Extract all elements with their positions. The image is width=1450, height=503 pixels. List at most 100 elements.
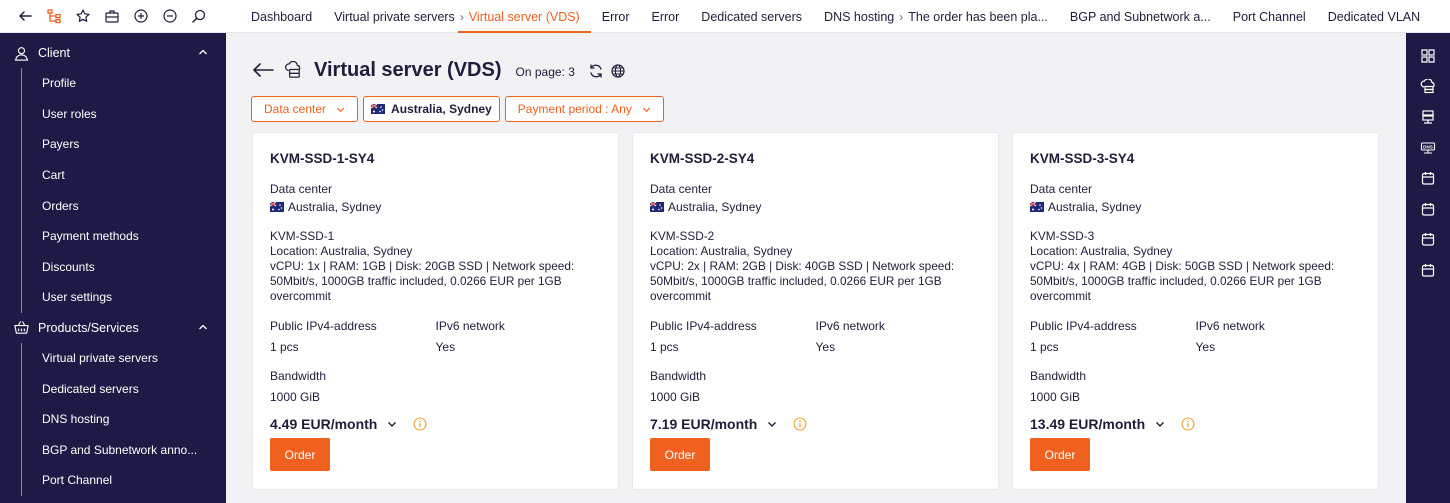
calendar-icon[interactable] <box>1406 163 1450 194</box>
dc-value: Australia, Sydney <box>270 200 601 214</box>
globe-button[interactable] <box>607 60 629 82</box>
tariff-card: KVM-SSD-1-SY4 Data center Australia, Syd… <box>252 132 619 490</box>
tab-item[interactable]: The order has been pla... <box>897 0 1059 33</box>
chevron-down-icon[interactable] <box>1155 419 1165 429</box>
sidebar-item[interactable]: Virtual private servers <box>22 343 226 374</box>
chevron-up-icon[interactable] <box>198 322 208 332</box>
refresh-button[interactable] <box>585 60 607 82</box>
info-icon[interactable] <box>1181 417 1195 431</box>
top-bar: Dashboard Virtual private servers › Virtual… <box>0 0 1450 33</box>
payment-period-filter[interactable]: Payment period : Any <box>504 96 664 122</box>
sidebar-item[interactable]: User settings <box>22 282 226 313</box>
bandwidth: Bandwidth 1000 GiB <box>270 369 601 404</box>
star-icon[interactable] <box>68 0 97 33</box>
sidebar-group-products[interactable]: Products/Services <box>0 313 226 343</box>
order-button[interactable]: Order <box>270 438 330 471</box>
back-button[interactable] <box>250 57 276 83</box>
order-button[interactable]: Order <box>650 438 710 471</box>
info-icon[interactable] <box>793 417 807 431</box>
tab-item[interactable]: Dedicated VLAN <box>1317 0 1431 33</box>
page-header: Virtual server (VDS) On page: 3 <box>250 57 629 83</box>
info-icon[interactable] <box>413 417 427 431</box>
bandwidth-label: Bandwidth <box>1030 369 1087 383</box>
dc-value: Australia, Sydney <box>650 200 981 214</box>
tab-item[interactable]: Dashboard <box>240 0 323 33</box>
arrow-left-icon <box>253 63 274 77</box>
desc-location: Location: Australia, Sydney <box>650 244 793 258</box>
price: 4.49 EUR/month <box>270 416 601 432</box>
desc-location: Location: Australia, Sydney <box>270 244 413 258</box>
refresh-icon <box>590 64 602 78</box>
tab-item[interactable]: BGP and Subnetwork a... <box>1059 0 1222 33</box>
cloud-server-icon[interactable] <box>1406 72 1450 103</box>
tab-item[interactable]: Error <box>641 0 691 33</box>
price-value: 13.49 EUR/month <box>1030 416 1146 432</box>
bandwidth-label: Bandwidth <box>650 369 707 383</box>
tab-item[interactable]: Dedicated servers <box>690 0 813 33</box>
tab-item[interactable]: Virtual server (VDS) <box>457 0 591 33</box>
toolbar-icons <box>0 0 226 33</box>
server-stack-icon[interactable] <box>1406 102 1450 133</box>
user-icon <box>12 44 30 62</box>
australia-flag-icon <box>650 202 664 212</box>
grid-icon[interactable] <box>1406 41 1450 72</box>
tariff-title: KVM-SSD-3-SY4 <box>1030 151 1135 166</box>
back-arrow-icon[interactable] <box>10 0 39 33</box>
sidebar-item[interactable]: Cart <box>22 160 226 191</box>
desc-specs: vCPU: 4x | RAM: 4GB | Disk: 50GB SSD | N… <box>1030 259 1335 303</box>
sidebar-item[interactable]: Profile <box>22 68 226 99</box>
chevron-down-icon[interactable] <box>767 419 777 429</box>
bandwidth: Bandwidth 1000 GiB <box>650 369 981 404</box>
tab-item[interactable]: DNS hosting <box>813 0 905 33</box>
tariff-props: Public IPv4-address 1 pcs IPv6 network Y… <box>1030 319 1361 354</box>
bandwidth-value: 1000 GiB <box>1030 390 1081 404</box>
page-title: Virtual server (VDS) <box>314 58 502 81</box>
sidebar-item[interactable]: Orders <box>22 190 226 221</box>
sidebar-item[interactable]: Payers <box>22 129 226 160</box>
globe-icon <box>611 64 625 78</box>
calendar-icon[interactable] <box>1406 224 1450 255</box>
svg-text:DNS: DNS <box>1423 144 1433 149</box>
chip-label: Australia, Sydney <box>391 102 492 116</box>
tree-icon[interactable] <box>39 0 68 33</box>
zoom-out-icon[interactable] <box>155 0 184 33</box>
order-button[interactable]: Order <box>1030 438 1090 471</box>
bandwidth: Bandwidth 1000 GiB <box>1030 369 1361 404</box>
sidebar-item[interactable]: Port Channel <box>22 465 226 496</box>
ipv6-value: Yes <box>815 340 836 354</box>
zoom-in-icon[interactable] <box>126 0 155 33</box>
sidebar-item[interactable]: Dedicated servers <box>22 373 226 404</box>
sidebar-item[interactable]: BGP and Subnetwork anno... <box>22 435 226 466</box>
price-value: 4.49 EUR/month <box>270 416 378 432</box>
calendar-icon[interactable] <box>1406 255 1450 286</box>
calendar-icon[interactable] <box>1406 194 1450 225</box>
dc-label: Data center <box>270 182 333 196</box>
sidebar-client-items: Profile User roles Payers Cart Orders Payment… <box>21 68 226 313</box>
sidebar-group-label: Client <box>38 46 70 60</box>
sidebar: Client Profile User roles Payers Cart Orders… <box>0 33 226 503</box>
australia-flag-icon <box>371 104 386 114</box>
search-icon[interactable] <box>184 0 213 33</box>
tab-item[interactable]: Error <box>591 0 641 33</box>
filter-bar: Data center Australia, Sydney Payment pe… <box>251 96 664 122</box>
tab-item[interactable]: Virtual private servers <box>323 0 466 33</box>
briefcase-icon[interactable] <box>97 0 126 33</box>
sidebar-group-client[interactable]: Client <box>0 38 226 68</box>
tariff-description: KVM-SSD-3 Location: Australia, Sydney vC… <box>1030 229 1361 304</box>
sidebar-item[interactable]: Payment methods <box>22 221 226 252</box>
sidebar-item[interactable]: User roles <box>22 99 226 130</box>
chevron-up-icon[interactable] <box>198 47 208 57</box>
sidebar-item[interactable]: Discounts <box>22 252 226 283</box>
location-chip[interactable]: Australia, Sydney <box>363 96 500 122</box>
dc-value: Australia, Sydney <box>1030 200 1361 214</box>
dns-icon[interactable]: DNS <box>1406 133 1450 164</box>
ipv4-label: Public IPv4-address <box>270 319 377 333</box>
data-center-filter[interactable]: Data center <box>251 96 359 122</box>
dc-label: Data center <box>650 182 713 196</box>
tab-item[interactable]: Port Channel <box>1222 0 1317 33</box>
chevron-down-icon[interactable] <box>387 419 397 429</box>
ipv4-value: 1 pcs <box>650 340 679 354</box>
sidebar-item[interactable]: DNS hosting <box>22 404 226 435</box>
filter-label: Data center <box>264 102 327 116</box>
basket-icon <box>12 319 30 337</box>
